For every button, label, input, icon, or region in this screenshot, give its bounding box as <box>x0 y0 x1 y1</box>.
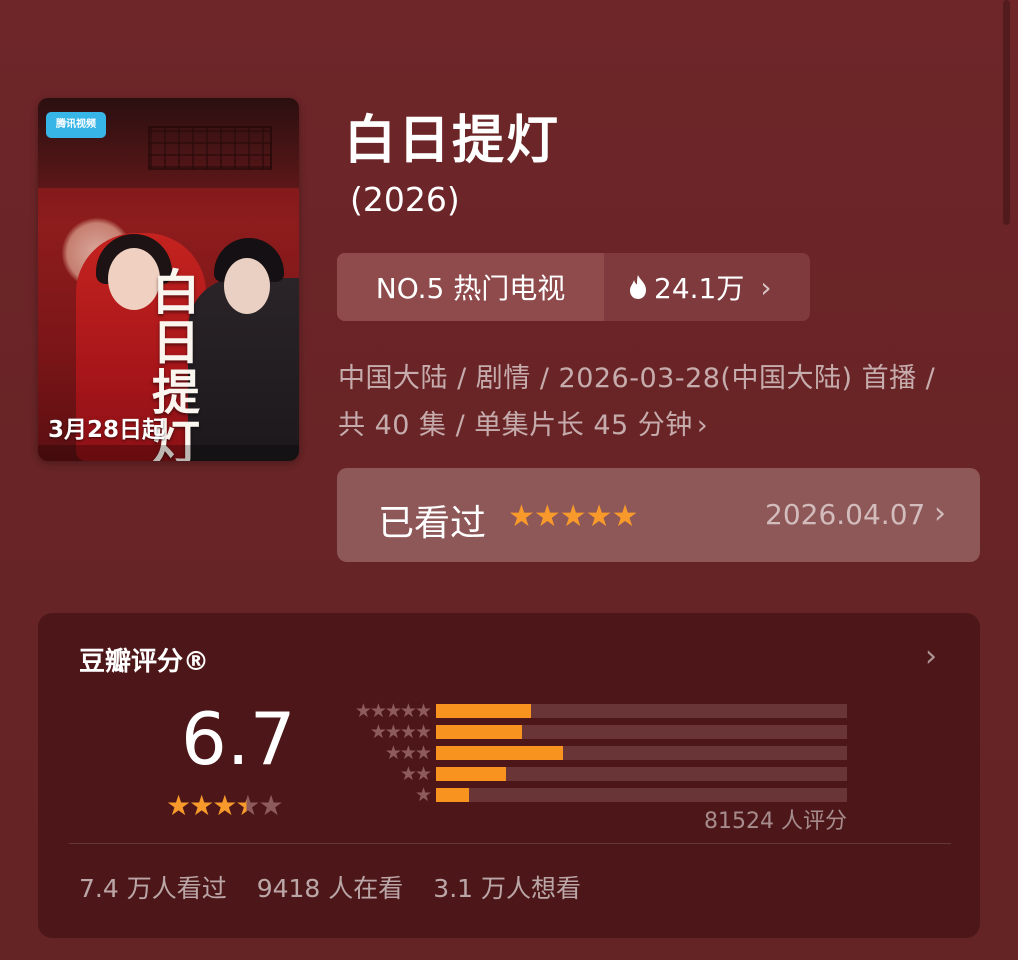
poster-release-date: 3月28日起 <box>48 417 166 443</box>
meta-info-line2-text: 共 40 集 / 单集片长 45 分钟 <box>338 410 693 441</box>
poster-image[interactable]: 腾讯视频 白日提灯 3月28日起 <box>38 98 299 461</box>
distribution-row: ★★★★★ <box>334 701 854 721</box>
poster-lattice <box>148 126 272 170</box>
rank-pill[interactable]: NO.5 热门电视 24.1万 › <box>337 253 810 321</box>
watched-status-card[interactable]: 已看过 ★★★★★ 2026.04.07 › <box>337 468 980 562</box>
distribution-bar <box>436 767 506 781</box>
rating-title: 豆瓣评分® <box>79 647 210 677</box>
douban-rating-card[interactable]: 豆瓣评分® › 6.7 ★★★★★ ★★★★★ ★★★★ ★★★ ★★ ★ 81524 … <box>38 613 980 938</box>
chevron-right-icon: › <box>760 270 772 304</box>
distribution-bar <box>436 788 469 802</box>
rating-score: 6.7 <box>181 697 296 781</box>
chevron-right-icon[interactable]: › <box>925 639 937 674</box>
distribution-track <box>436 767 847 781</box>
rating-count: 81524 人评分 <box>704 809 847 834</box>
viewer-stats: 7.4 万人看过 9418 人在看 3.1 万人想看 <box>79 869 581 905</box>
distribution-row: ★★★ <box>334 743 854 763</box>
meta-info-line1: 中国大陆 / 剧情 / 2026-03-28(中国大陆) 首播 / <box>338 363 936 394</box>
distribution-track <box>436 704 847 718</box>
distribution-stars: ★★★★ <box>369 721 432 743</box>
distribution-track <box>436 788 847 802</box>
tencent-video-logo: 腾讯视频 <box>46 112 106 138</box>
poster-footer <box>38 445 299 461</box>
star-full-icon: ★ <box>212 789 237 822</box>
distribution-stars: ★★★ <box>384 742 432 764</box>
rank-label: NO.5 热门电视 <box>337 253 604 321</box>
stat-watching[interactable]: 9418 人在看 <box>257 869 404 905</box>
poster-face-man <box>224 258 270 314</box>
star-half-icon: ★ <box>235 789 260 822</box>
distribution-stars: ★★ <box>399 763 432 785</box>
distribution-bar <box>436 725 522 739</box>
distribution-bar <box>436 704 531 718</box>
stat-watched[interactable]: 7.4 万人看过 <box>79 869 227 905</box>
stat-want[interactable]: 3.1 万人想看 <box>433 869 581 905</box>
star-full-icon: ★ <box>166 789 191 822</box>
chevron-right-icon: › <box>934 496 946 531</box>
watched-date: 2026.04.07 <box>765 498 926 531</box>
distribution-row: ★★★★ <box>334 722 854 742</box>
distribution-stars: ★★★★★ <box>354 700 432 722</box>
scrollbar[interactable] <box>1003 0 1010 225</box>
distribution-track <box>436 725 847 739</box>
distribution-row: ★★ <box>334 764 854 784</box>
distribution-track <box>436 746 847 760</box>
divider <box>69 843 951 844</box>
flame-icon <box>630 275 646 299</box>
watched-label: 已看过 <box>378 503 487 544</box>
rating-distribution: ★★★★★ ★★★★ ★★★ ★★ ★ <box>334 701 854 806</box>
chevron-right-icon: › <box>696 410 709 441</box>
distribution-row: ★ <box>334 785 854 805</box>
heat-value-section[interactable]: 24.1万 › <box>604 253 810 321</box>
star-empty-icon: ★ <box>258 789 283 822</box>
my-rating-stars: ★★★★★ <box>508 499 638 534</box>
rating-stars: ★★★★★ <box>166 789 284 822</box>
meta-info-line2[interactable]: 共 40 集 / 单集片长 45 分钟 › <box>338 403 708 442</box>
release-year: (2026) <box>350 180 460 219</box>
heat-value: 24.1万 <box>654 272 745 305</box>
distribution-bar <box>436 746 563 760</box>
star-full-icon: ★ <box>189 789 214 822</box>
distribution-stars: ★ <box>414 784 432 806</box>
page-title: 白日提灯 <box>344 111 561 171</box>
